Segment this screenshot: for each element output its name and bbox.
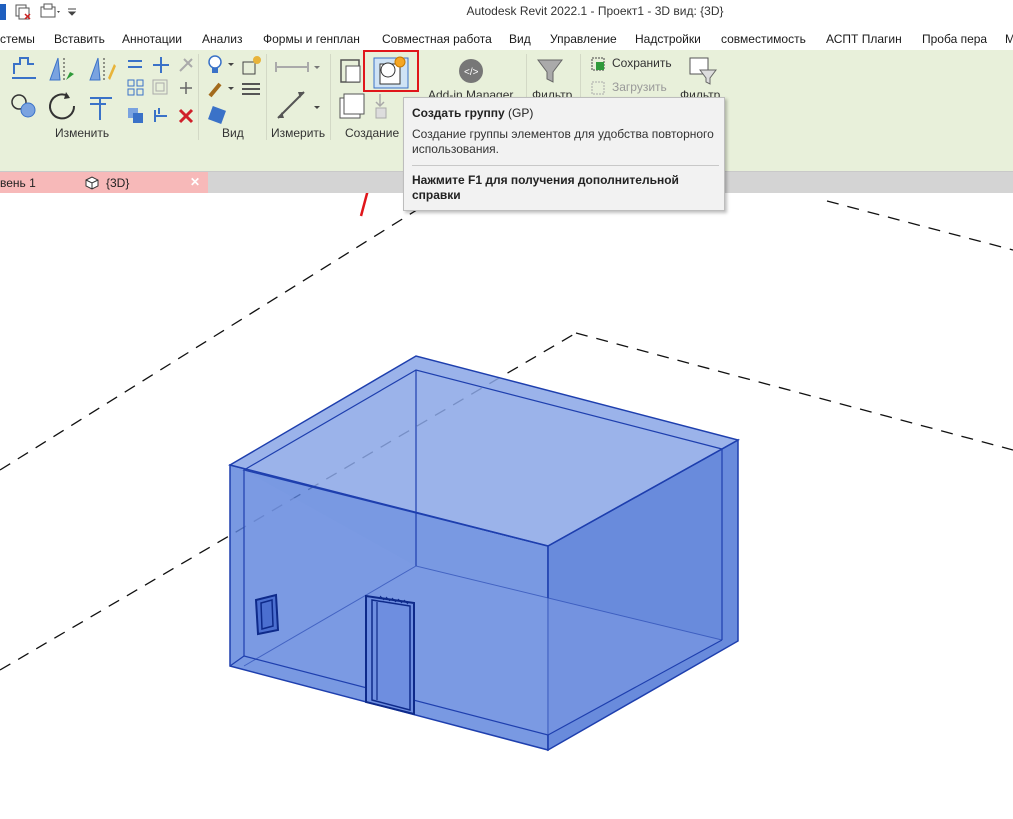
trim-extend-icon[interactable] bbox=[86, 90, 120, 124]
menu-bar: стемы Вставить Аннотации Анализ Формы и … bbox=[0, 28, 1013, 50]
menu-more[interactable]: M bbox=[1005, 32, 1013, 46]
addin-manager-icon[interactable]: </> bbox=[456, 56, 486, 86]
panel-label-create: Создание bbox=[345, 126, 400, 140]
menu-manage[interactable]: Управление bbox=[550, 32, 617, 46]
panel-label-measure: Измерить bbox=[271, 126, 326, 140]
bulb-icon[interactable] bbox=[206, 54, 236, 76]
linework-icon[interactable] bbox=[240, 78, 264, 100]
measure-icon[interactable] bbox=[274, 58, 322, 76]
svg-text:</>: </> bbox=[464, 67, 479, 78]
create-parts-icon[interactable] bbox=[336, 90, 368, 124]
menu-collaborate[interactable]: Совместная работа bbox=[382, 32, 492, 46]
selected-room-model[interactable] bbox=[228, 355, 740, 752]
align-icon[interactable] bbox=[8, 54, 40, 84]
trim-icon[interactable] bbox=[151, 106, 171, 126]
panel-label-view: Вид bbox=[222, 126, 244, 140]
menu-insert[interactable]: Вставить bbox=[54, 32, 105, 46]
tab-3d[interactable]: {3D} ✕ bbox=[78, 172, 208, 193]
menu-aspt[interactable]: АСПТ Плагин bbox=[826, 32, 902, 46]
menu-view[interactable]: Вид bbox=[509, 32, 531, 46]
separator bbox=[330, 54, 331, 140]
tab-level-1[interactable]: вень 1 bbox=[0, 172, 78, 193]
menu-addins[interactable]: Надстройки bbox=[635, 32, 701, 46]
load-selection-label: Загрузить bbox=[612, 80, 667, 94]
tooltip-shortcut: (GP) bbox=[508, 106, 534, 120]
annotation-arrow bbox=[359, 90, 399, 217]
unpin-icon[interactable] bbox=[176, 78, 196, 98]
menu-pen[interactable]: Проба пера bbox=[922, 32, 987, 46]
tab-label: {3D} bbox=[106, 176, 130, 190]
tooltip-help: Нажмите F1 для получения дополнительной … bbox=[412, 173, 679, 202]
save-selection-label[interactable]: Сохранить bbox=[612, 56, 672, 70]
3d-view-icon bbox=[85, 176, 99, 190]
tooltip-create-group: Создать группу (GP) Создание группы элем… bbox=[403, 97, 725, 211]
tab-label: вень 1 bbox=[0, 176, 36, 190]
title-bar: Autodesk Revit 2022.1 - Проект1 - 3D вид… bbox=[0, 0, 1013, 25]
paint-icon[interactable] bbox=[206, 78, 236, 100]
menu-annotate[interactable]: Аннотации bbox=[122, 32, 182, 46]
mirror-pick-icon[interactable] bbox=[46, 54, 78, 84]
delete-icon[interactable] bbox=[176, 106, 196, 126]
tooltip-title-text: Создать группу bbox=[412, 106, 505, 120]
3d-viewport[interactable] bbox=[0, 90, 1013, 816]
filter-edit-icon[interactable] bbox=[688, 56, 718, 86]
menu-analyze[interactable]: Анализ bbox=[202, 32, 243, 46]
close-icon[interactable]: ✕ bbox=[190, 175, 200, 189]
save-selection-icon[interactable] bbox=[590, 56, 608, 72]
highlight-box bbox=[363, 50, 419, 92]
pin-icon[interactable] bbox=[176, 55, 196, 75]
copy-icon[interactable] bbox=[126, 106, 146, 126]
move-icon[interactable] bbox=[151, 55, 171, 75]
demolish-icon[interactable] bbox=[206, 104, 230, 126]
menu-massing[interactable]: Формы и генплан bbox=[263, 32, 360, 46]
override-icon[interactable] bbox=[240, 54, 264, 76]
window-title: Autodesk Revit 2022.1 - Проект1 - 3D вид… bbox=[466, 4, 724, 18]
model-canvas[interactable] bbox=[0, 90, 1013, 816]
menu-compat[interactable]: совместимость bbox=[721, 32, 806, 46]
separator bbox=[266, 54, 267, 140]
tooltip-description: Создание группы элементов для удобства п… bbox=[412, 127, 714, 156]
scale-icon[interactable] bbox=[151, 78, 171, 98]
offset-icon[interactable] bbox=[126, 55, 146, 75]
create-similar-icon bbox=[375, 94, 387, 119]
filter-icon[interactable] bbox=[536, 56, 564, 86]
menu-systems[interactable]: стемы bbox=[0, 32, 35, 46]
dimension-icon[interactable] bbox=[274, 88, 322, 122]
create-assembly-icon[interactable] bbox=[336, 54, 366, 88]
array-icon[interactable] bbox=[126, 78, 146, 98]
tooltip-title: Создать группу (GP) bbox=[412, 106, 533, 120]
separator bbox=[198, 54, 199, 140]
mirror-draw-icon[interactable] bbox=[86, 54, 118, 84]
rotate-icon[interactable] bbox=[46, 90, 80, 124]
panel-label-modify: Изменить bbox=[55, 126, 110, 140]
split-icon[interactable] bbox=[8, 90, 42, 124]
load-selection-icon bbox=[591, 81, 605, 95]
tooltip-divider bbox=[412, 165, 719, 166]
